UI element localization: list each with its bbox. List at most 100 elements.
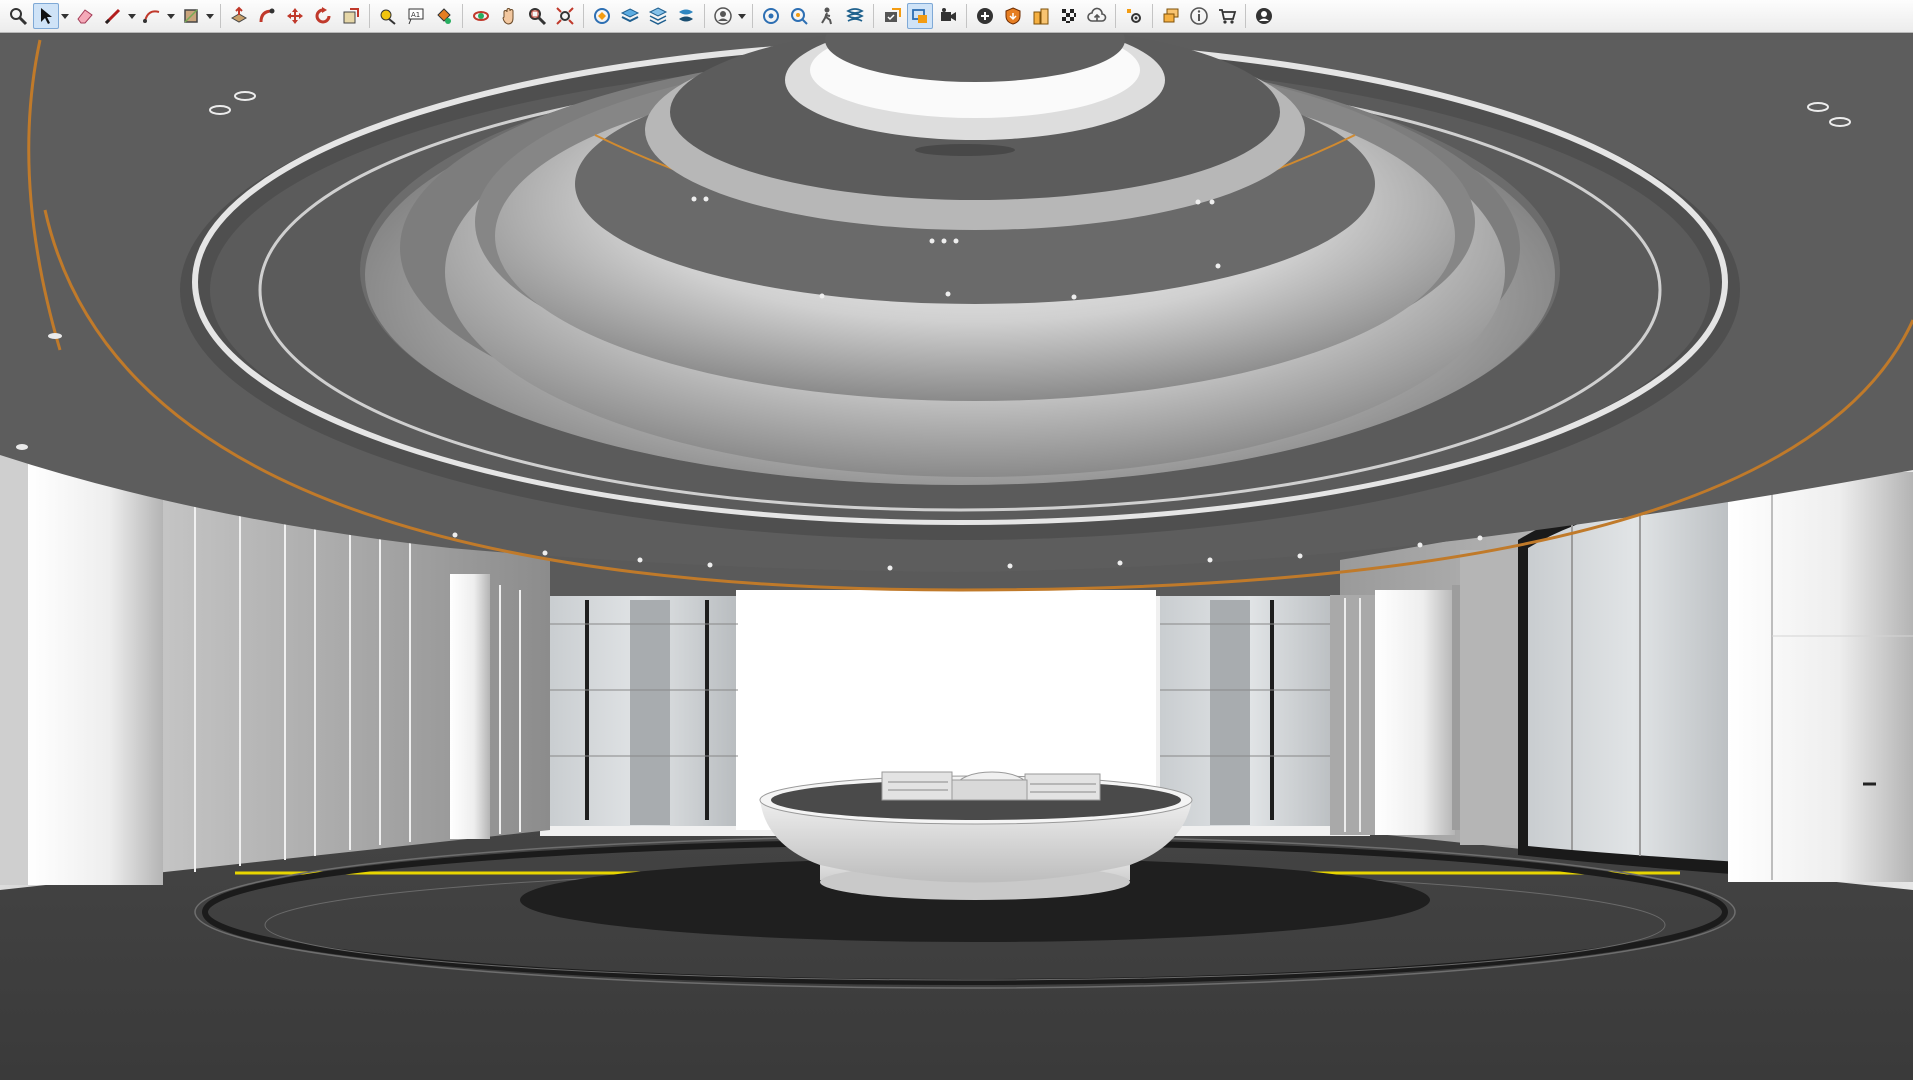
svg-text:A1: A1 xyxy=(411,11,420,19)
push-pull-button[interactable] xyxy=(226,3,252,29)
look-around-button[interactable] xyxy=(786,3,812,29)
scale-icon xyxy=(343,8,359,24)
checker-grid-icon xyxy=(1062,9,1076,23)
toolbar-separator xyxy=(462,4,463,28)
cloud-upload-button[interactable] xyxy=(1084,3,1110,29)
chevron-down-icon[interactable] xyxy=(60,3,69,29)
outliner-button[interactable] xyxy=(907,3,933,29)
orbit-button[interactable] xyxy=(468,3,494,29)
orbit-icon xyxy=(473,11,489,21)
component-check-icon xyxy=(885,8,901,22)
3d-model-viewport[interactable] xyxy=(0,34,1913,1080)
extension-settings-icon xyxy=(1127,9,1141,23)
video-camera-button[interactable] xyxy=(935,3,961,29)
arc-icon xyxy=(143,10,160,23)
scale-button[interactable] xyxy=(338,3,364,29)
eraser-button[interactable] xyxy=(72,3,98,29)
user-profile-button[interactable] xyxy=(710,3,736,29)
toolbar-separator xyxy=(752,4,753,28)
building-extension-icon xyxy=(1033,8,1049,25)
chevron-down-icon[interactable] xyxy=(205,3,214,29)
pan-hand-icon xyxy=(502,8,514,25)
section-plane-icon xyxy=(594,8,610,24)
push-pull-icon xyxy=(230,6,248,23)
chevron-down-icon[interactable] xyxy=(166,3,175,29)
section-plane-button[interactable] xyxy=(589,3,615,29)
zoom-extents-button[interactable] xyxy=(552,3,578,29)
line-pencil-button[interactable] xyxy=(100,3,126,29)
walk-icon xyxy=(821,7,832,25)
look-around-icon xyxy=(791,8,808,25)
walk-button[interactable] xyxy=(814,3,840,29)
rotate-icon xyxy=(315,7,331,24)
outliner-icon xyxy=(912,9,927,23)
ceiling xyxy=(0,34,1913,592)
toolbar-separator xyxy=(704,4,705,28)
arc-button[interactable] xyxy=(139,3,165,29)
info-button[interactable] xyxy=(1186,3,1212,29)
cloud-upload-icon xyxy=(1087,7,1107,22)
paint-bucket-icon xyxy=(437,8,451,24)
cart-button[interactable] xyxy=(1214,3,1240,29)
zoom-icon xyxy=(10,8,28,26)
toolbar-separator xyxy=(1115,4,1116,28)
select-arrow-button[interactable] xyxy=(33,3,59,29)
toolbar-separator xyxy=(583,4,584,28)
follow-me-button[interactable] xyxy=(254,3,280,29)
layers-stack-icon xyxy=(620,8,640,23)
display-table xyxy=(759,771,1193,900)
pan-hand-button[interactable] xyxy=(496,3,522,29)
toolbar-separator xyxy=(1245,4,1246,28)
add-location-icon xyxy=(977,8,993,24)
move-button[interactable] xyxy=(282,3,308,29)
zoom-window-button[interactable] xyxy=(524,3,550,29)
building-extension-button[interactable] xyxy=(1028,3,1054,29)
rotate-button[interactable] xyxy=(310,3,336,29)
shield-warehouse-button[interactable] xyxy=(1000,3,1026,29)
rectangle-shape-icon xyxy=(184,9,198,23)
styles-button[interactable] xyxy=(673,3,699,29)
chat-bubble-icon xyxy=(1163,8,1179,23)
eraser-icon xyxy=(77,9,93,24)
cart-icon xyxy=(1219,9,1237,24)
move-icon xyxy=(287,8,303,24)
follow-me-icon xyxy=(259,8,275,23)
styles-icon xyxy=(679,9,693,22)
zoom-button[interactable] xyxy=(5,3,31,29)
account-avatar-icon xyxy=(1256,8,1272,24)
zoom-extents-icon xyxy=(556,7,574,25)
chevron-down-icon[interactable] xyxy=(737,3,746,29)
chat-bubble-button[interactable] xyxy=(1158,3,1184,29)
camera-position-button[interactable] xyxy=(758,3,784,29)
tags-layers-button[interactable] xyxy=(645,3,671,29)
camera-position-icon xyxy=(763,8,779,24)
paint-bucket-button[interactable] xyxy=(431,3,457,29)
toolbar-separator xyxy=(966,4,967,28)
component-check-button[interactable] xyxy=(879,3,905,29)
text-label-button[interactable]: A1 xyxy=(403,3,429,29)
zoom-window-icon xyxy=(529,8,547,26)
checker-grid-button[interactable] xyxy=(1056,3,1082,29)
scenes-icon xyxy=(846,8,864,22)
tape-measure-button[interactable] xyxy=(375,3,401,29)
main-toolbar: A1 xyxy=(0,0,1913,33)
scenes-button[interactable] xyxy=(842,3,868,29)
chevron-down-icon[interactable] xyxy=(127,3,136,29)
toolbar-separator xyxy=(220,4,221,28)
shield-warehouse-icon xyxy=(1005,7,1021,25)
extension-settings-button[interactable] xyxy=(1121,3,1147,29)
add-location-button[interactable] xyxy=(972,3,998,29)
toolbar-separator xyxy=(1152,4,1153,28)
tags-layers-icon xyxy=(648,7,668,25)
line-pencil-icon xyxy=(104,8,121,25)
select-arrow-icon xyxy=(41,8,52,24)
interior-render xyxy=(0,34,1913,1080)
text-label-icon: A1 xyxy=(408,8,424,25)
info-icon xyxy=(1190,7,1208,25)
layers-stack-button[interactable] xyxy=(617,3,643,29)
toolbar-separator xyxy=(369,4,370,28)
account-avatar-button[interactable] xyxy=(1251,3,1277,29)
tape-measure-icon xyxy=(380,9,396,25)
rectangle-shape-button[interactable] xyxy=(178,3,204,29)
toolbar-separator xyxy=(873,4,874,28)
